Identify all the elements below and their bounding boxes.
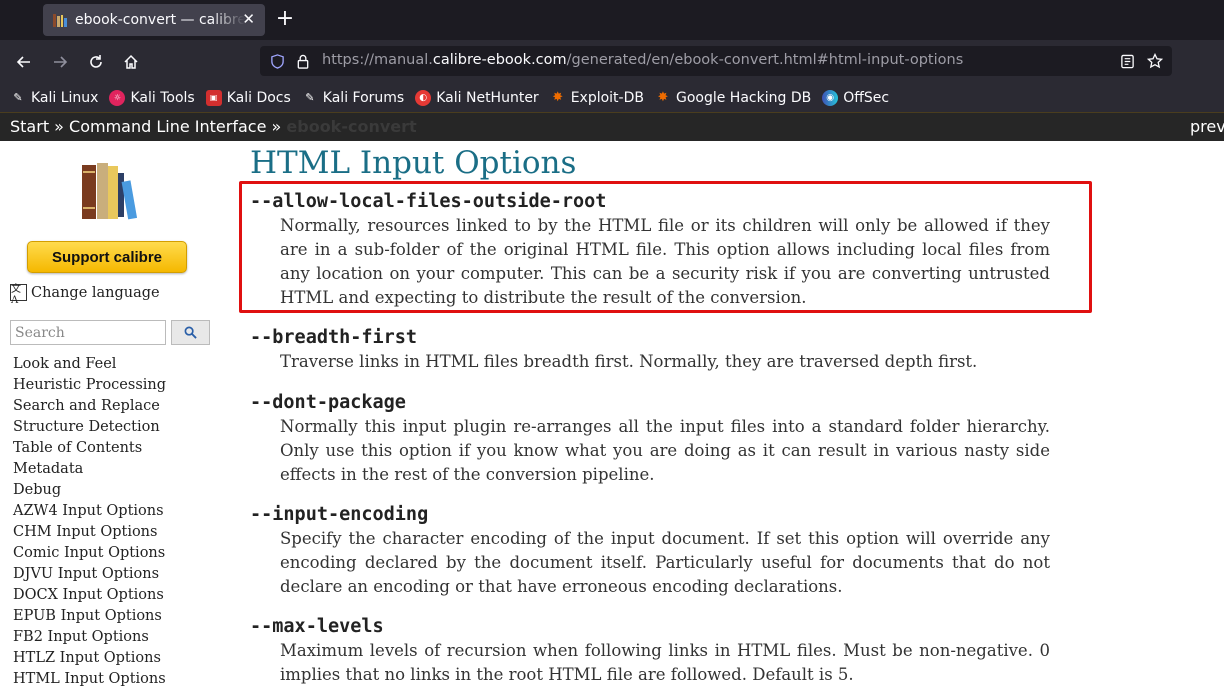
arrow-right-icon xyxy=(54,56,68,68)
option-name: --breadth-first xyxy=(250,327,418,348)
bookmark-kali-docs[interactable]: ▣ Kali Docs xyxy=(205,89,291,106)
tracking-protection-shield-icon[interactable] xyxy=(268,52,286,70)
arrow-left-icon xyxy=(16,56,30,68)
bookmark-kali-linux[interactable]: ✎ Kali Linux xyxy=(10,90,98,106)
offsec-icon: ◉ xyxy=(822,89,839,106)
toc-link[interactable]: DOCX Input Options xyxy=(13,585,166,606)
close-tab-icon[interactable]: ✕ xyxy=(242,10,255,28)
reader-view-icon[interactable] xyxy=(1118,52,1136,70)
reload-button[interactable] xyxy=(84,50,108,74)
address-bar[interactable]: https://manual.calibre-ebook.com/generat… xyxy=(260,46,1172,76)
navigation-toolbar: https://manual.calibre-ebook.com/generat… xyxy=(0,40,1224,83)
home-button[interactable] xyxy=(119,50,143,74)
toc-link[interactable]: AZW4 Input Options xyxy=(13,501,166,522)
option-description: Normally, resources linked to by the HTM… xyxy=(280,216,1050,307)
option-entry: --allow-local-files-outside-root Normall… xyxy=(250,190,1050,310)
toc-link[interactable]: FB2 Input Options xyxy=(13,627,166,648)
previous-link[interactable]: previous xyxy=(1190,113,1224,141)
tab-strip: ebook-convert — calibre User Manual ✕ + xyxy=(0,0,1224,40)
toc-link[interactable]: EPUB Input Options xyxy=(13,606,166,627)
home-icon xyxy=(124,54,138,69)
back-button[interactable] xyxy=(12,50,36,74)
toc-link[interactable]: Heuristic Processing xyxy=(13,375,166,396)
option-name: --max-levels xyxy=(250,616,384,637)
kali-dragon-icon: ✎ xyxy=(13,91,23,104)
kali-forums-icon: ✎ xyxy=(305,91,315,104)
toc-link[interactable]: Search and Replace xyxy=(13,396,166,417)
forward-button[interactable] xyxy=(48,50,72,74)
option-description: Traverse links in HTML files breadth fir… xyxy=(280,352,978,371)
bookmark-kali-tools[interactable]: ☼ Kali Tools xyxy=(109,89,195,106)
toc-link[interactable]: Look and Feel xyxy=(13,354,166,375)
support-calibre-button[interactable]: Support calibre xyxy=(27,241,187,273)
option-name: --input-encoding xyxy=(250,504,429,525)
sidebar: Support calibre 文A Change language Look … xyxy=(0,141,224,695)
option-name: --dont-package xyxy=(250,392,406,413)
change-language-link[interactable]: 文A Change language xyxy=(10,284,160,306)
bookmark-kali-nethunter[interactable]: ◐ Kali NetHunter xyxy=(415,89,539,106)
option-description: Specify the character encoding of the in… xyxy=(280,529,1050,596)
toc-link[interactable]: HTLZ Input Options xyxy=(13,648,166,669)
toc-link[interactable]: Metadata xyxy=(13,459,166,480)
breadcrumb-current: ebook-convert xyxy=(286,117,417,136)
browser-tab[interactable]: ebook-convert — calibre User Manual ✕ xyxy=(43,4,265,36)
translate-icon: 文A xyxy=(10,284,27,306)
option-description: Maximum levels of recursion when followi… xyxy=(280,641,1050,684)
exploit-db-icon: ✸ xyxy=(552,90,564,105)
url-text[interactable]: https://manual.calibre-ebook.com/generat… xyxy=(322,52,963,68)
toc-link[interactable]: HTML Input Options xyxy=(13,669,166,690)
nethunter-icon: ◐ xyxy=(415,89,432,106)
lock-icon[interactable] xyxy=(294,52,312,70)
option-name: --allow-local-files-outside-root xyxy=(250,191,607,212)
calibre-books-icon xyxy=(53,13,67,27)
calibre-logo[interactable] xyxy=(80,161,142,221)
toc-link[interactable]: Structure Detection xyxy=(13,417,166,438)
bookmark-kali-forums[interactable]: ✎ Kali Forums xyxy=(302,90,404,106)
option-entry: --input-encoding Specify the character e… xyxy=(250,503,1050,599)
option-description: Normally this input plugin re-arranges a… xyxy=(280,417,1050,484)
breadcrumb-links[interactable]: Start » Command Line Interface » xyxy=(10,117,286,136)
toc-link[interactable]: Debug xyxy=(13,480,166,501)
kali-tools-icon: ☼ xyxy=(109,89,126,106)
search-icon xyxy=(184,326,197,339)
search-button[interactable] xyxy=(171,320,210,345)
page-title: HTML Input Options xyxy=(250,145,577,181)
toc-link[interactable]: Table of Contents xyxy=(13,438,166,459)
toc-link[interactable]: CHM Input Options xyxy=(13,522,166,543)
bookmark-exploit-db[interactable]: ✸ Exploit-DB xyxy=(550,90,644,106)
reload-icon xyxy=(90,55,102,68)
toc-list: Look and Feel Heuristic Processing Searc… xyxy=(13,354,166,690)
kali-docs-icon: ▣ xyxy=(205,89,222,106)
breadcrumb: Start » Command Line Interface » ebook-c… xyxy=(0,112,1224,141)
bookmarks-toolbar: ✎ Kali Linux ☼ Kali Tools ▣ Kali Docs ✎ Kali… xyxy=(0,83,1224,112)
tab-title: ebook-convert — calibre User Manual xyxy=(75,12,245,28)
option-entry: --breadth-first Traverse links in HTML f… xyxy=(250,326,1050,374)
toc-link[interactable]: DJVU Input Options xyxy=(13,564,166,585)
bookmark-google-hacking-db[interactable]: ✸ Google Hacking DB xyxy=(655,90,812,106)
option-entry: --max-levels Maximum levels of recursion… xyxy=(250,615,1050,687)
new-tab-button[interactable]: + xyxy=(274,6,296,32)
change-language-label: Change language xyxy=(31,284,160,301)
toc-link[interactable]: Comic Input Options xyxy=(13,543,166,564)
bookmark-offsec[interactable]: ◉ OffSec xyxy=(822,89,889,106)
search-input[interactable] xyxy=(10,320,166,345)
bookmark-star-icon[interactable] xyxy=(1146,52,1164,70)
ghdb-icon: ✸ xyxy=(657,90,669,105)
option-entry: --dont-package Normally this input plugi… xyxy=(250,391,1050,487)
